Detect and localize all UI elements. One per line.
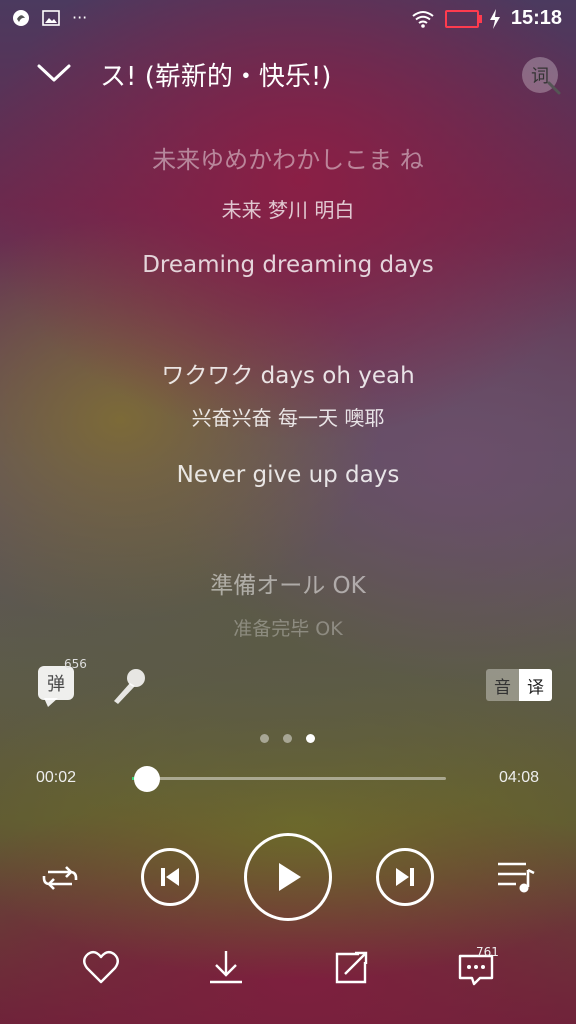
progress-track[interactable] xyxy=(132,777,446,780)
status-time: 15:18 xyxy=(510,7,562,29)
status-right: 15:18 xyxy=(411,7,562,30)
chevron-down-icon[interactable] xyxy=(36,58,72,88)
toggle-original[interactable]: 音 xyxy=(486,669,519,701)
app-notification-icon xyxy=(13,9,29,26)
playlist-icon[interactable] xyxy=(496,858,538,898)
lyric-line: 未来ゆめかわかしこま ね xyxy=(152,146,424,174)
danmaku-count: 656 xyxy=(64,657,87,671)
play-button[interactable] xyxy=(244,833,332,921)
danmaku-button[interactable]: 弹 xyxy=(38,666,74,700)
skip-previous-icon xyxy=(161,868,179,886)
toggle-translation[interactable]: 译 xyxy=(519,669,552,701)
next-button[interactable] xyxy=(376,848,434,906)
search-icon xyxy=(547,81,561,95)
status-overflow: ··· xyxy=(72,8,88,27)
lyric-line: Dreaming dreaming days xyxy=(142,252,434,278)
page-dot xyxy=(283,734,292,743)
skip-next-icon xyxy=(396,868,414,886)
image-notification-icon xyxy=(42,9,60,26)
progress-knob[interactable] xyxy=(134,766,161,792)
total-time: 04:08 xyxy=(499,769,540,786)
status-bar: ··· 15:18 xyxy=(0,0,576,40)
danmaku-label: 弹 xyxy=(47,674,65,695)
page-dot xyxy=(306,734,315,743)
lyric-translation-toggle[interactable]: 音 译 xyxy=(486,669,552,701)
song-title: ス! (崭新的・快乐!) xyxy=(100,62,332,92)
microphone-icon[interactable] xyxy=(106,664,150,708)
lyric-line: ワクワク days oh yeah xyxy=(161,363,415,389)
page-dot xyxy=(260,734,269,743)
download-icon[interactable] xyxy=(206,948,246,988)
wifi-icon xyxy=(412,10,434,28)
play-icon xyxy=(279,863,301,891)
comment-count: 761 xyxy=(476,945,499,959)
battery-icon xyxy=(444,9,482,28)
favorite-heart-icon[interactable] xyxy=(81,948,121,988)
page-indicator xyxy=(260,734,315,743)
current-time: 00:02 xyxy=(36,769,77,786)
lyric-line: 準備オール OK xyxy=(210,573,366,599)
share-icon[interactable] xyxy=(331,948,371,988)
status-left-icons: ··· xyxy=(12,8,87,27)
lyric-line: Never give up days xyxy=(176,462,400,488)
lyric-line: 未来 梦川 明白 xyxy=(221,198,355,222)
lyric-line: 兴奋兴奋 每一天 噢耶 xyxy=(191,406,385,430)
repeat-icon[interactable] xyxy=(38,858,82,898)
charging-icon xyxy=(489,8,500,29)
danmaku-bubble-tail-icon xyxy=(44,698,58,707)
lyric-line: 准备完毕 OK xyxy=(233,618,343,640)
previous-button[interactable] xyxy=(141,848,199,906)
